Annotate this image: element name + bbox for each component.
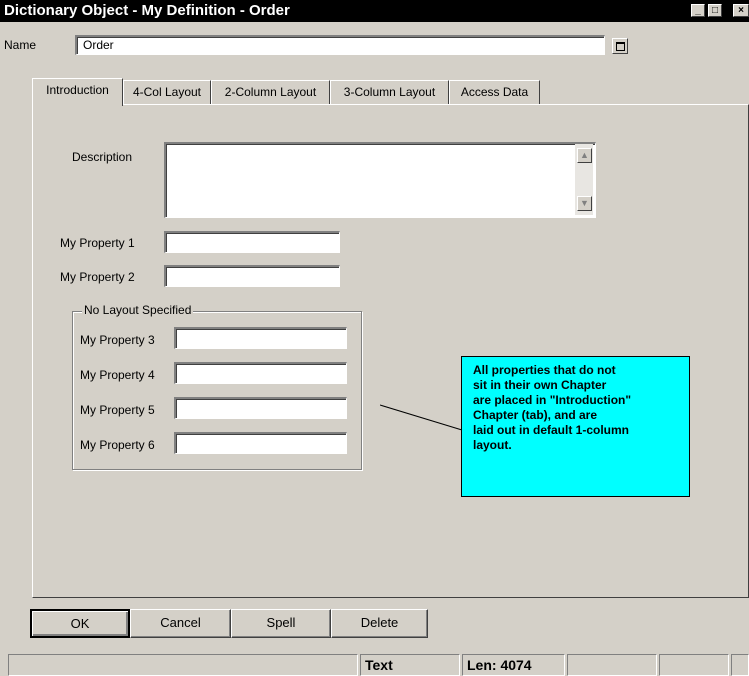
status-length: Len: 4074 bbox=[462, 654, 565, 676]
delete-label: Delete bbox=[360, 615, 399, 630]
groupbox-title: No Layout Specified bbox=[82, 303, 194, 317]
minimize-icon: _ bbox=[695, 5, 701, 16]
window-title: Dictionary Object - My Definition - Orde… bbox=[4, 2, 290, 19]
callout-line: All properties that do not bbox=[473, 363, 616, 377]
description-scrollbar[interactable]: ▲ ▼ bbox=[575, 144, 593, 215]
callout-line: are placed in "Introduction" bbox=[473, 393, 632, 407]
property3-label: My Property 3 bbox=[80, 333, 155, 347]
minimize-button[interactable]: _ bbox=[691, 4, 705, 17]
maximize-icon: □ bbox=[711, 5, 719, 16]
tab-label: Access Data bbox=[460, 85, 529, 99]
property5-input[interactable] bbox=[174, 397, 347, 419]
property4-input[interactable] bbox=[174, 362, 347, 384]
title-bar: Dictionary Object - My Definition - Orde… bbox=[0, 0, 749, 22]
tab-access-data[interactable]: Access Data bbox=[449, 80, 540, 104]
spell-button[interactable]: Spell bbox=[231, 609, 331, 638]
callout-line: sit in their own Chapter bbox=[473, 378, 607, 392]
property2-label: My Property 2 bbox=[60, 270, 135, 284]
close-icon: × bbox=[738, 5, 744, 16]
cancel-label: Cancel bbox=[160, 615, 201, 630]
property6-label: My Property 6 bbox=[80, 438, 155, 452]
tab-4-col-layout[interactable]: 4-Col Layout bbox=[123, 80, 211, 104]
property3-input[interactable] bbox=[174, 327, 347, 349]
tab-introduction[interactable]: Introduction bbox=[32, 78, 123, 106]
status-pane-main bbox=[8, 654, 358, 676]
callout-line: Chapter (tab), and are bbox=[473, 408, 598, 422]
close-button[interactable]: × bbox=[733, 4, 749, 17]
name-expand-button[interactable] bbox=[612, 38, 628, 54]
status-pane-extra bbox=[567, 654, 657, 676]
property2-input[interactable] bbox=[164, 265, 340, 287]
callout-pointer-line bbox=[380, 404, 463, 431]
scroll-down-icon[interactable]: ▼ bbox=[577, 196, 592, 211]
ok-label: OK bbox=[70, 616, 90, 631]
callout-line: layout. bbox=[473, 438, 512, 452]
property1-input[interactable] bbox=[164, 231, 340, 253]
ok-button[interactable]: OK bbox=[30, 609, 130, 638]
description-label: Description bbox=[72, 150, 133, 164]
delete-button[interactable]: Delete bbox=[331, 609, 428, 638]
callout-note: All properties that do not sit in their … bbox=[461, 356, 690, 497]
property1-label: My Property 1 bbox=[60, 236, 135, 250]
spell-label: Spell bbox=[266, 615, 296, 630]
property5-label: My Property 5 bbox=[80, 403, 155, 417]
property6-input[interactable] bbox=[174, 432, 347, 454]
maximize-button[interactable]: □ bbox=[708, 4, 722, 17]
tab-label: 3-Column Layout bbox=[343, 85, 436, 99]
status-pane-extra bbox=[731, 654, 749, 676]
status-type: Text bbox=[360, 654, 460, 676]
status-pane-extra bbox=[659, 654, 729, 676]
tab-label: 4-Col Layout bbox=[132, 85, 202, 99]
callout-line: laid out in default 1-column bbox=[473, 423, 629, 437]
tab-2-column-layout[interactable]: 2-Column Layout bbox=[211, 80, 330, 104]
tab-label: 2-Column Layout bbox=[224, 85, 317, 99]
scroll-up-icon[interactable]: ▲ bbox=[577, 148, 592, 163]
status-length-text: Len: 4074 bbox=[467, 657, 532, 673]
name-label: Name bbox=[4, 38, 37, 52]
description-textarea[interactable]: ▲ ▼ bbox=[164, 142, 596, 218]
name-value: Order bbox=[83, 38, 114, 52]
tab-label: Introduction bbox=[46, 83, 109, 97]
property4-label: My Property 4 bbox=[80, 368, 155, 382]
tab-3-column-layout[interactable]: 3-Column Layout bbox=[330, 80, 449, 104]
cancel-button[interactable]: Cancel bbox=[130, 609, 231, 638]
status-type-text: Text bbox=[365, 657, 393, 673]
name-field[interactable]: Order bbox=[75, 35, 605, 55]
